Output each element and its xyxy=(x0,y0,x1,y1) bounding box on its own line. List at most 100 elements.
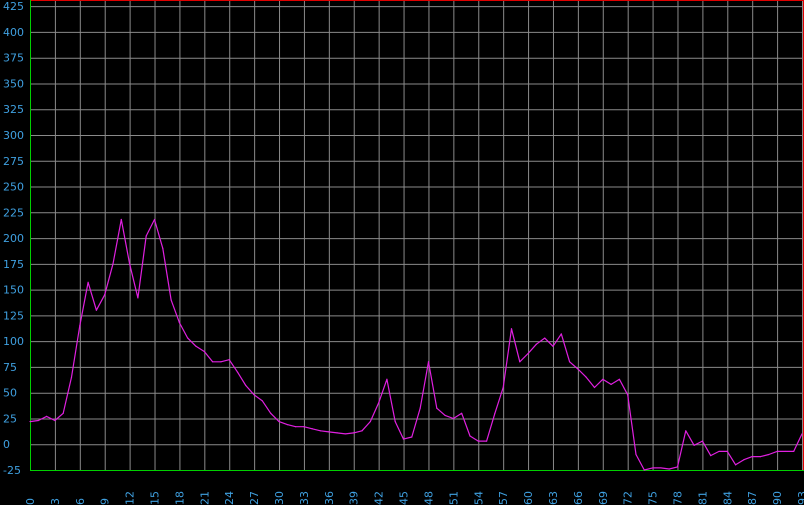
data-point xyxy=(178,322,181,324)
data-point xyxy=(577,368,579,370)
y-tick-label: 100 xyxy=(3,335,24,348)
data-point xyxy=(87,281,89,283)
data-point xyxy=(693,444,695,446)
data-point xyxy=(228,359,230,361)
data-point xyxy=(552,345,554,347)
data-point xyxy=(685,430,687,432)
line-chart: -250255075100125150175200225250275300325… xyxy=(0,0,804,505)
y-tick-label: 225 xyxy=(3,206,24,219)
x-tick-label: 6 xyxy=(74,498,87,505)
data-point xyxy=(54,419,56,422)
data-point xyxy=(635,453,637,456)
data-point xyxy=(261,400,264,402)
data-point xyxy=(627,394,629,396)
data-point xyxy=(793,450,795,453)
y-tick-label: 325 xyxy=(3,103,24,116)
data-point xyxy=(436,407,438,409)
y-tick-label: 150 xyxy=(3,284,24,297)
y-tick-label: 75 xyxy=(3,361,17,374)
x-tick-label: 69 xyxy=(597,491,610,505)
y-tick-label: 125 xyxy=(3,309,24,322)
x-tick-label: 18 xyxy=(173,491,186,505)
data-point xyxy=(784,450,786,453)
x-tick-label: 54 xyxy=(472,491,485,505)
y-tick-label: 300 xyxy=(3,129,24,142)
data-point xyxy=(427,361,430,363)
data-point xyxy=(701,440,703,442)
y-tick-label: 350 xyxy=(3,77,24,90)
data-point xyxy=(485,440,488,442)
data-point xyxy=(145,235,147,237)
x-tick-label: 93 xyxy=(796,491,804,505)
x-tick-label: 15 xyxy=(149,491,162,505)
data-point xyxy=(328,431,330,433)
data-point xyxy=(129,263,131,265)
data-point xyxy=(37,419,39,422)
x-tick-label: 30 xyxy=(273,491,286,505)
y-tick-label: 50 xyxy=(3,387,17,400)
x-tick-label: 78 xyxy=(671,491,684,505)
data-point xyxy=(510,328,513,330)
data-point xyxy=(751,456,753,458)
data-point xyxy=(278,420,280,423)
data-point xyxy=(660,467,662,469)
data-point xyxy=(651,467,654,469)
data-point xyxy=(170,299,172,301)
data-point xyxy=(153,218,156,221)
data-point xyxy=(668,468,670,470)
data-point xyxy=(220,361,222,363)
data-point xyxy=(494,412,496,414)
x-tick-label: 36 xyxy=(323,491,336,505)
data-point xyxy=(104,294,106,296)
data-point xyxy=(361,430,363,432)
x-tick-label: 75 xyxy=(647,491,660,505)
data-point xyxy=(212,361,214,363)
data-point xyxy=(743,459,745,461)
data-point xyxy=(286,424,288,426)
x-tick-label: 21 xyxy=(198,491,211,505)
data-point xyxy=(253,394,255,396)
y-tick-label: 175 xyxy=(3,258,24,271)
y-tick-label: 425 xyxy=(3,0,24,13)
data-point xyxy=(568,361,571,363)
data-point xyxy=(29,420,31,423)
x-tick-label: 9 xyxy=(99,498,112,505)
data-point xyxy=(378,402,380,404)
x-tick-label: 57 xyxy=(497,491,510,505)
data-point xyxy=(162,247,164,249)
data-point xyxy=(419,407,421,409)
data-point xyxy=(452,417,454,420)
data-point xyxy=(402,438,405,440)
x-tick-label: 39 xyxy=(348,491,361,505)
data-point xyxy=(734,464,737,466)
y-tick-label: 25 xyxy=(3,412,17,425)
data-point xyxy=(79,325,81,327)
data-point xyxy=(527,352,529,355)
data-point xyxy=(610,383,612,386)
data-point xyxy=(444,414,446,416)
data-point xyxy=(386,378,388,380)
data-point xyxy=(62,412,64,414)
data-point xyxy=(203,350,205,353)
data-point xyxy=(369,420,371,423)
data-point xyxy=(46,415,48,417)
data-point xyxy=(137,297,139,299)
x-tick-label: 27 xyxy=(248,491,261,505)
x-tick-label: 42 xyxy=(373,491,386,505)
data-point xyxy=(70,376,73,378)
y-tick-label: 0 xyxy=(3,438,10,451)
data-point xyxy=(353,432,355,434)
x-tick-label: 60 xyxy=(522,491,535,505)
data-point xyxy=(336,432,338,434)
x-tick-label: 66 xyxy=(572,491,585,505)
x-tick-label: 51 xyxy=(447,491,460,505)
data-point xyxy=(311,428,313,430)
data-point xyxy=(618,378,620,380)
data-point xyxy=(560,333,562,335)
y-tick-label: 250 xyxy=(3,181,24,194)
data-point xyxy=(120,218,122,221)
data-point xyxy=(295,426,297,428)
y-tick-label: -25 xyxy=(3,464,21,477)
data-point xyxy=(676,466,679,468)
chart-background xyxy=(0,0,804,505)
